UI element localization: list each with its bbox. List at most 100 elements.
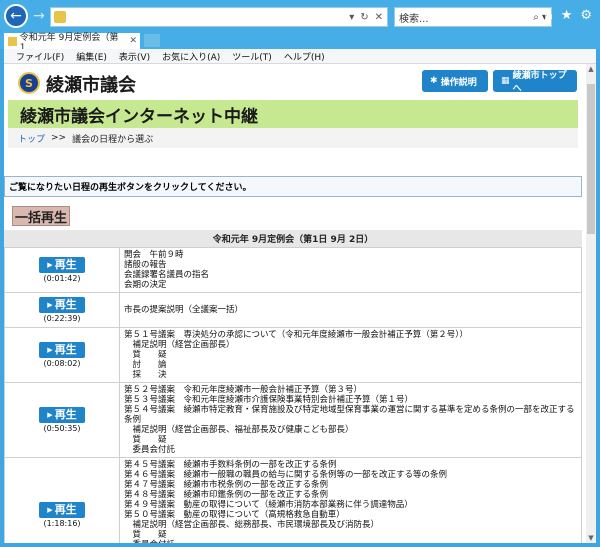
play-button[interactable]: ▶ 再生 — [39, 296, 85, 313]
agenda-cell: 市長の提案説明（全議案一括） — [119, 292, 582, 328]
duration-label: (0:01:42) — [43, 273, 81, 283]
new-tab-button[interactable] — [144, 34, 160, 47]
agenda-line: 補足説明（経営企画部長） — [124, 340, 235, 350]
browser-window: ← → ▾ ↻ ✕ 検索... ⌕ ▾ ⌂ ★ ⚙ 令和元年 9月定例会（第1...… — [0, 0, 600, 547]
agenda-line: 諸般の報告 — [124, 260, 167, 270]
agenda-line: 第５３号議案 令和元年度綾瀬市介護保険事業特別会計補正予算（第１号） — [124, 395, 414, 405]
menu-edit[interactable]: 編集(E) — [76, 50, 107, 63]
play-button-label: 再生 — [54, 257, 77, 271]
favorites-star-icon[interactable]: ★ — [561, 8, 573, 23]
table-row: ▶ 再生 (0:01:42) 開会 午前９時 諸般の報告 会議録署名議員の指名 会期の決定 — [4, 247, 582, 293]
city-seal-logo[interactable]: S — [18, 72, 40, 94]
play-arrow-icon: ▶ — [47, 300, 53, 309]
schedule-table: ▶ 再生 (0:01:42) 開会 午前９時 諸般の報告 会議録署名議員の指名 会期の決定 ▶… — [4, 247, 582, 543]
agenda-line: 開会 午前９時 — [124, 250, 184, 260]
menu-bar: ファイル(F) 編集(E) 表示(V) お気に入り(A) ツール(T) ヘルプ(… — [4, 49, 596, 64]
agenda-line: 条例 — [124, 415, 142, 425]
tab-active[interactable]: 令和元年 9月定例会（第1... ✕ — [4, 33, 140, 53]
play-button-label: 再生 — [54, 342, 77, 356]
home-icon[interactable]: ⌂ — [544, 8, 552, 23]
menu-tools[interactable]: ツール(T) — [232, 50, 272, 63]
gear-small-icon: ✱ — [430, 76, 441, 86]
play-cell: ▶ 再生 (0:50:35) — [4, 382, 120, 458]
agenda-line: 第４５号議案 綾瀬市手数料条例の一部を改正する条例 — [124, 460, 337, 470]
play-button[interactable]: ▶ 再生 — [39, 341, 85, 358]
play-arrow-icon: ▶ — [47, 505, 53, 514]
duration-label: (1:18:16) — [43, 518, 81, 528]
agenda-line: 質 疑 — [124, 350, 167, 360]
breadcrumb: トップ >> 議会の日程から選ぶ — [8, 128, 578, 148]
play-button-label: 再生 — [54, 502, 77, 516]
breadcrumb-current: 議会の日程から選ぶ — [72, 134, 154, 145]
play-button[interactable]: ▶ 再生 — [39, 501, 85, 518]
agenda-line: 第５１号議案 専決処分の承認について（令和元年度綾瀬市一般会計補正予算（第２号）… — [124, 330, 468, 340]
agenda-line: 第４９号議案 動産の取得について（綾瀬市消防本部業務に伴う調達物品） — [124, 500, 413, 510]
help-button-label: 操作説明 — [440, 77, 477, 88]
search-placeholder: 検索... — [399, 13, 429, 25]
search-input[interactable]: 検索... ⌕ ▾ — [394, 7, 552, 27]
city-top-button[interactable]: ▦ 綾瀬市トップへ — [493, 70, 577, 94]
agenda-line: 補足説明（経営企画部長、総務部長、市民環境部長及び消防長） — [124, 520, 380, 530]
agenda-line: 補足説明（経営企画部長、福祉部長及び健康こども部長） — [124, 425, 354, 435]
duration-label: (0:50:35) — [43, 423, 81, 433]
agenda-line: 会期の決定 — [124, 280, 167, 290]
agenda-cell: 第５１号議案 専決処分の承認について（令和元年度綾瀬市一般会計補正予算（第２号）… — [119, 327, 582, 383]
address-bar[interactable]: ▾ ↻ ✕ — [50, 7, 388, 27]
play-arrow-icon: ▶ — [47, 260, 53, 269]
building-icon: ▦ — [501, 76, 513, 86]
breadcrumb-top-link[interactable]: トップ — [18, 132, 45, 145]
menu-view[interactable]: 表示(V) — [119, 50, 150, 63]
agenda-cell: 第４５号議案 綾瀬市手数料条例の一部を改正する条例 第４６号議案 綾瀬市一般職の職… — [119, 457, 582, 543]
site-header: S 綾瀬市議会 ✱ 操作説明 ▦ 綾瀬市トップへ — [4, 64, 586, 100]
agenda-line: 討 論 — [124, 360, 167, 370]
table-row: ▶ 再生 (0:50:35) 第５２号議案 令和元年度綾瀬市一般会計補正予算（第３号）… — [4, 382, 582, 458]
site-favicon-icon — [54, 11, 66, 23]
agenda-line: 第４７号議案 綾瀬市市税条例の一部を改正する条例 — [124, 480, 329, 490]
scroll-up-icon[interactable]: ▲ — [586, 64, 596, 74]
agenda-line: 質 疑 — [124, 530, 167, 540]
close-icon[interactable]: ✕ — [375, 12, 383, 23]
play-button[interactable]: ▶ 再生 — [39, 256, 85, 273]
tab-close-icon[interactable]: ✕ — [129, 36, 137, 46]
agenda-line: 委員会付託 — [124, 445, 176, 455]
menu-favorites[interactable]: お気に入り(A) — [162, 50, 220, 63]
play-cell: ▶ 再生 (0:22:39) — [4, 292, 120, 328]
vertical-scrollbar[interactable]: ▲ ▼ — [586, 64, 596, 543]
play-all-button[interactable]: 一括再生 — [12, 206, 70, 226]
agenda-line: 第５０号議案 動産の取得について（高規格救急自動車） — [124, 510, 345, 520]
play-arrow-icon: ▶ — [47, 410, 53, 419]
play-cell: ▶ 再生 (1:18:16) — [4, 457, 120, 543]
search-dropdown-icon[interactable]: ▾ — [349, 12, 354, 23]
agenda-line: 第５４号議案 綾瀬市特定教育・保育施設及び特定地域型保育事業の運営に関する基準を… — [124, 405, 575, 415]
address-toolbar: ← → ▾ ↻ ✕ 検索... ⌕ ▾ ⌂ ★ ⚙ — [0, 0, 600, 32]
scrollbar-thumb[interactable] — [587, 84, 595, 234]
scroll-down-icon[interactable]: ▼ — [586, 533, 596, 543]
agenda-line: 第４６号議案 綾瀬市一般職の職員の給与に関する条例等の一部を改正する等の条例 — [124, 470, 448, 480]
play-button[interactable]: ▶ 再生 — [39, 406, 85, 423]
city-top-label: 綾瀬市トップへ — [512, 71, 567, 94]
agenda-cell: 開会 午前９時 諸般の報告 会議録署名議員の指名 会期の決定 — [119, 247, 582, 293]
menu-help[interactable]: ヘルプ(H) — [284, 50, 325, 63]
duration-label: (0:08:02) — [43, 358, 81, 368]
gear-icon[interactable]: ⚙ — [580, 8, 592, 23]
menu-file[interactable]: ファイル(F) — [16, 50, 64, 63]
site-name: 綾瀬市議会 — [46, 75, 136, 96]
play-cell: ▶ 再生 (0:01:42) — [4, 247, 120, 293]
play-arrow-icon: ▶ — [47, 345, 53, 354]
table-row: ▶ 再生 (1:18:16) 第４５号議案 綾瀬市手数料条例の一部を改正する条例 第４６… — [4, 457, 582, 543]
tab-strip: 令和元年 9月定例会（第1... ✕ — [0, 32, 600, 53]
agenda-cell: 第５２号議案 令和元年度綾瀬市一般会計補正予算（第３号） 第５３号議案 令和元年度… — [119, 382, 582, 458]
agenda-line: 質 疑 — [124, 435, 167, 445]
instruction-notice: ご覧になりたい日程の再生ボタンをクリックしてください。 — [4, 176, 582, 197]
session-title: 令和元年 9月定例会（第1日 9月 2日） — [4, 230, 582, 247]
help-button[interactable]: ✱ 操作説明 — [422, 70, 488, 92]
agenda-line: 第５２号議案 令和元年度綾瀬市一般会計補正予算（第３号） — [124, 385, 363, 395]
refresh-icon[interactable]: ↻ — [360, 12, 368, 23]
play-button-label: 再生 — [54, 407, 77, 421]
agenda-line: 採 決 — [124, 370, 167, 380]
agenda-line: 第４８号議案 綾瀬市印鑑条例の一部を改正する条例 — [124, 490, 329, 500]
agenda-line: 会議録署名議員の指名 — [124, 270, 210, 280]
agenda-line: 委員会付託 — [124, 540, 577, 543]
back-button[interactable]: ← — [4, 4, 28, 28]
forward-button[interactable]: → — [30, 4, 48, 28]
